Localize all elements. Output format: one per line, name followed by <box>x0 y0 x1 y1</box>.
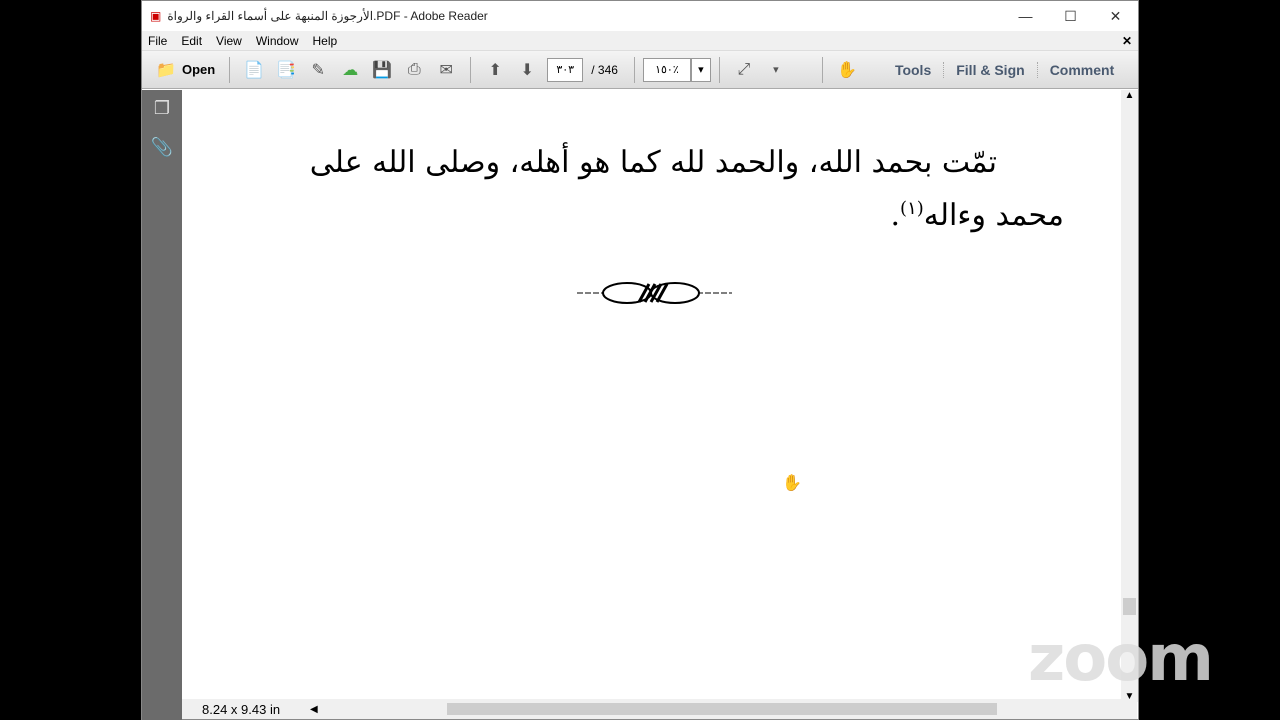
title-bar: ▣ الأرجوزة المنبهة على أسماء القراء والر… <box>142 1 1138 31</box>
vertical-scrollbar[interactable]: ▲ ▼ <box>1121 90 1138 702</box>
text-line-2-end: . <box>890 198 901 233</box>
hand-tool-icon[interactable]: ✋ <box>835 59 859 81</box>
fill-sign-button[interactable]: Fill & Sign <box>943 61 1036 78</box>
print-icon[interactable]: ⎙ <box>402 59 426 81</box>
menu-window[interactable]: Window <box>256 34 299 48</box>
hand-cursor-icon: ✋ <box>782 475 802 492</box>
navigation-pane: ❐ 📎 <box>142 90 182 720</box>
attachments-icon[interactable]: 📎 <box>142 137 182 158</box>
pages-icon[interactable]: ❐ <box>142 98 182 119</box>
tools-button[interactable]: Tools <box>883 62 943 78</box>
text-line-2-body: محمد وءاله <box>923 198 1064 233</box>
menu-edit[interactable]: Edit <box>181 34 202 48</box>
horizontal-scroll-thumb[interactable] <box>447 703 997 715</box>
footnote-mark: (١) <box>900 198 924 219</box>
zoom-dropdown[interactable]: ▾ <box>690 57 711 82</box>
page-number-input[interactable]: ٣٠٣ <box>547 57 584 82</box>
cloud-upload-icon[interactable]: ☁ <box>338 59 362 81</box>
text-line-1: تمّت بحمد الله، والحمد لله كما هو أهله، … <box>309 145 997 180</box>
status-bar: 8.24 x 9.43 in ◀ <box>182 699 1137 719</box>
menu-file[interactable]: File <box>148 34 167 48</box>
export-pdf-icon[interactable]: 📑 <box>274 59 298 81</box>
toolbar: 📁 Open 📄 📑 ✎ ☁ 💾 ⎙ ✉ ⬆ ⬇ ٣٠٣ / 346 ١٥٠٪ … <box>142 51 1138 89</box>
page-size-label: 8.24 x 9.43 in <box>202 701 281 717</box>
adobe-reader-window: ▣ الأرجوزة المنبهة على أسماء القراء والر… <box>141 0 1139 720</box>
email-icon[interactable]: ✉ <box>434 59 458 81</box>
full-screen-icon[interactable]: ⤢ <box>732 59 756 81</box>
minimize-button[interactable]: — <box>1003 8 1048 25</box>
menu-view[interactable]: View <box>216 34 242 48</box>
next-page-button[interactable]: ⬇ <box>515 59 539 81</box>
pdf-icon: ▣ <box>150 9 162 23</box>
toolbar-options-icon[interactable]: ▾ <box>764 59 788 81</box>
menu-help[interactable]: Help <box>313 34 338 48</box>
save-icon[interactable]: 💾 <box>370 59 394 81</box>
folder-icon[interactable]: 📁 <box>154 59 178 81</box>
vertical-scroll-thumb[interactable] <box>1123 598 1136 615</box>
text-line-2: محمد وءاله(١). <box>891 198 1065 233</box>
ornament-divider <box>577 282 732 304</box>
zoom-watermark-logo: zoom <box>1028 622 1214 696</box>
window-title: الأرجوزة المنبهة على أسماء القراء والروا… <box>167 9 488 23</box>
comment-button[interactable]: Comment <box>1036 61 1127 78</box>
document-page: تمّت بحمد الله، والحمد لله كما هو أهله، … <box>182 90 1137 700</box>
maximize-button[interactable]: ☐ <box>1048 8 1093 25</box>
previous-page-button[interactable]: ⬆ <box>483 59 507 81</box>
scroll-left-icon[interactable]: ◀ <box>310 704 318 715</box>
close-button[interactable]: ✕ <box>1093 8 1138 25</box>
menu-bar: File Edit View Window Help ✕ <box>142 31 1138 51</box>
edit-pdf-icon[interactable]: ✎ <box>306 59 330 81</box>
page-total: / 346 <box>591 62 618 77</box>
open-button[interactable]: Open <box>182 62 215 77</box>
zoom-input[interactable]: ١٥٠٪ <box>642 57 691 82</box>
close-document-icon[interactable]: ✕ <box>1122 34 1132 48</box>
create-pdf-icon[interactable]: 📄 <box>242 59 266 81</box>
